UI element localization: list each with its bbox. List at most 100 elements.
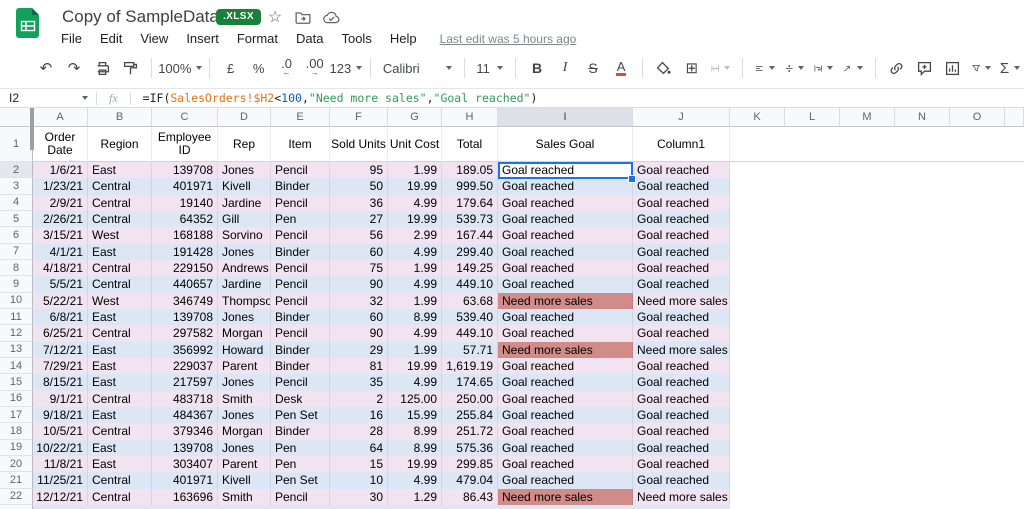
cell-header-sold-units[interactable]: Sold Units xyxy=(330,127,388,162)
cell[interactable]: Pen xyxy=(271,210,330,228)
cell[interactable]: 139708 xyxy=(152,439,218,456)
cell[interactable]: 174.65 xyxy=(442,374,498,391)
cell[interactable]: 27 xyxy=(330,210,388,228)
horizontal-align-button[interactable] xyxy=(755,56,775,80)
cell[interactable]: Morgan xyxy=(218,325,271,342)
cell[interactable]: Central xyxy=(88,259,152,277)
cell-header-rep[interactable]: Rep xyxy=(218,127,271,162)
cell[interactable]: Pen Set xyxy=(271,472,330,489)
cell[interactable]: 4/1/21 xyxy=(33,243,88,260)
cell[interactable]: Goal reached xyxy=(633,472,730,489)
cell[interactable]: 29 xyxy=(330,341,388,358)
cell[interactable]: Central xyxy=(88,390,152,407)
cell[interactable]: Goal reached xyxy=(498,259,633,277)
font-family-select[interactable]: Calibri xyxy=(383,56,452,80)
cell[interactable]: 4.99 xyxy=(388,243,442,260)
cell[interactable]: Andrews xyxy=(218,259,271,277)
cell[interactable]: 346749 xyxy=(152,292,218,309)
last-edit-link[interactable]: Last edit was 5 hours ago xyxy=(440,32,577,46)
cell[interactable]: 9/18/21 xyxy=(33,406,88,424)
cell[interactable]: Need more sales xyxy=(633,341,730,358)
column-header-B[interactable]: B xyxy=(88,108,152,127)
cell[interactable]: 19.99 xyxy=(388,455,442,473)
cell[interactable]: 10 xyxy=(330,472,388,489)
cell[interactable]: 12/12/21 xyxy=(33,488,88,505)
menu-format[interactable]: Format xyxy=(228,31,287,46)
cell-header-item[interactable]: Item xyxy=(271,127,330,162)
cell[interactable]: Pencil xyxy=(271,374,330,391)
row-header-9[interactable]: 9 xyxy=(0,276,33,293)
cell[interactable]: 6/8/21 xyxy=(33,308,88,326)
cell[interactable]: 1.29 xyxy=(388,488,442,505)
cell-header-employee-id[interactable]: Employee ID xyxy=(152,127,218,162)
redo-button[interactable]: ↷ xyxy=(65,56,83,80)
cell[interactable]: 1/6/21 xyxy=(33,162,88,179)
cell[interactable]: Goal reached xyxy=(633,178,730,195)
cell[interactable]: 11/8/21 xyxy=(33,455,88,473)
cell[interactable]: 32 xyxy=(330,292,388,309)
cell[interactable]: Jones xyxy=(218,162,271,179)
cell[interactable]: 449.10 xyxy=(442,276,498,293)
cell[interactable]: Smith xyxy=(218,488,271,505)
cell[interactable]: 2/26/21 xyxy=(33,210,88,228)
cell[interactable]: 539.73 xyxy=(442,210,498,228)
cell[interactable]: 191428 xyxy=(152,243,218,260)
format-currency-button[interactable]: £ xyxy=(222,56,240,80)
cell[interactable]: Pencil xyxy=(271,488,330,505)
cell[interactable]: 8.99 xyxy=(388,423,442,440)
format-percent-button[interactable]: % xyxy=(250,56,268,80)
cell[interactable]: West xyxy=(88,292,152,309)
cell[interactable]: 36 xyxy=(330,194,388,211)
bold-button[interactable]: B xyxy=(528,56,546,80)
cell[interactable]: Pen Set xyxy=(271,406,330,424)
cell[interactable]: Binder xyxy=(271,178,330,195)
row-header-7[interactable]: 7 xyxy=(0,243,33,260)
cell[interactable]: 4/18/21 xyxy=(33,259,88,277)
cell[interactable]: Pencil xyxy=(271,259,330,277)
cell[interactable]: Jones xyxy=(218,406,271,424)
cell[interactable]: 1.99 xyxy=(388,162,442,179)
cell[interactable]: Howard xyxy=(218,341,271,358)
cell[interactable]: 168188 xyxy=(152,227,218,244)
cell-header-sales-goal[interactable]: Sales Goal xyxy=(498,127,633,162)
cell[interactable]: 8.99 xyxy=(388,308,442,326)
row-header-17[interactable]: 17 xyxy=(0,406,33,424)
cell[interactable]: 167.44 xyxy=(442,227,498,244)
cell[interactable]: Goal reached xyxy=(498,210,633,228)
cell[interactable]: 28 xyxy=(330,423,388,440)
row-header-2[interactable]: 2 xyxy=(0,162,33,179)
row-header-20[interactable]: 20 xyxy=(0,455,33,473)
cell[interactable]: Goal reached xyxy=(633,455,730,473)
row-header-3[interactable]: 3 xyxy=(0,178,33,195)
cell[interactable]: Goal reached xyxy=(498,406,633,424)
cell[interactable]: 229037 xyxy=(152,357,218,375)
cell[interactable]: Binder xyxy=(271,357,330,375)
cell[interactable]: Goal reached xyxy=(633,308,730,326)
cell[interactable]: Goal reached xyxy=(498,325,633,342)
functions-button[interactable]: Σ xyxy=(1000,56,1021,80)
cell[interactable]: 15.99 xyxy=(388,406,442,424)
cell[interactable]: Need more sales xyxy=(498,292,633,309)
cell[interactable]: 125.00 xyxy=(388,390,442,407)
cell[interactable]: 57.71 xyxy=(442,341,498,358)
cell[interactable]: 15 xyxy=(330,455,388,473)
cell[interactable]: East xyxy=(88,341,152,358)
zoom-select[interactable]: 100% xyxy=(158,56,203,80)
row-header-18[interactable]: 18 xyxy=(0,423,33,440)
font-size-select[interactable]: 11 xyxy=(476,56,504,80)
cell[interactable]: 2/9/21 xyxy=(33,194,88,211)
cell[interactable]: Goal reached xyxy=(633,276,730,293)
cell[interactable]: 255.84 xyxy=(442,406,498,424)
cell[interactable]: 539.40 xyxy=(442,308,498,326)
menu-file[interactable]: File xyxy=(52,31,91,46)
cell[interactable]: Central xyxy=(88,325,152,342)
cell[interactable]: 229150 xyxy=(152,259,218,277)
cell[interactable]: 19.99 xyxy=(388,210,442,228)
cell[interactable]: Goal reached xyxy=(498,423,633,440)
cell[interactable]: Thompson xyxy=(218,292,271,309)
cell[interactable]: 479.04 xyxy=(442,472,498,489)
cell[interactable]: Goal reached xyxy=(498,357,633,375)
cell[interactable]: 8/15/21 xyxy=(33,374,88,391)
cell[interactable]: 7/12/21 xyxy=(33,341,88,358)
cell[interactable]: Jardine xyxy=(218,276,271,293)
